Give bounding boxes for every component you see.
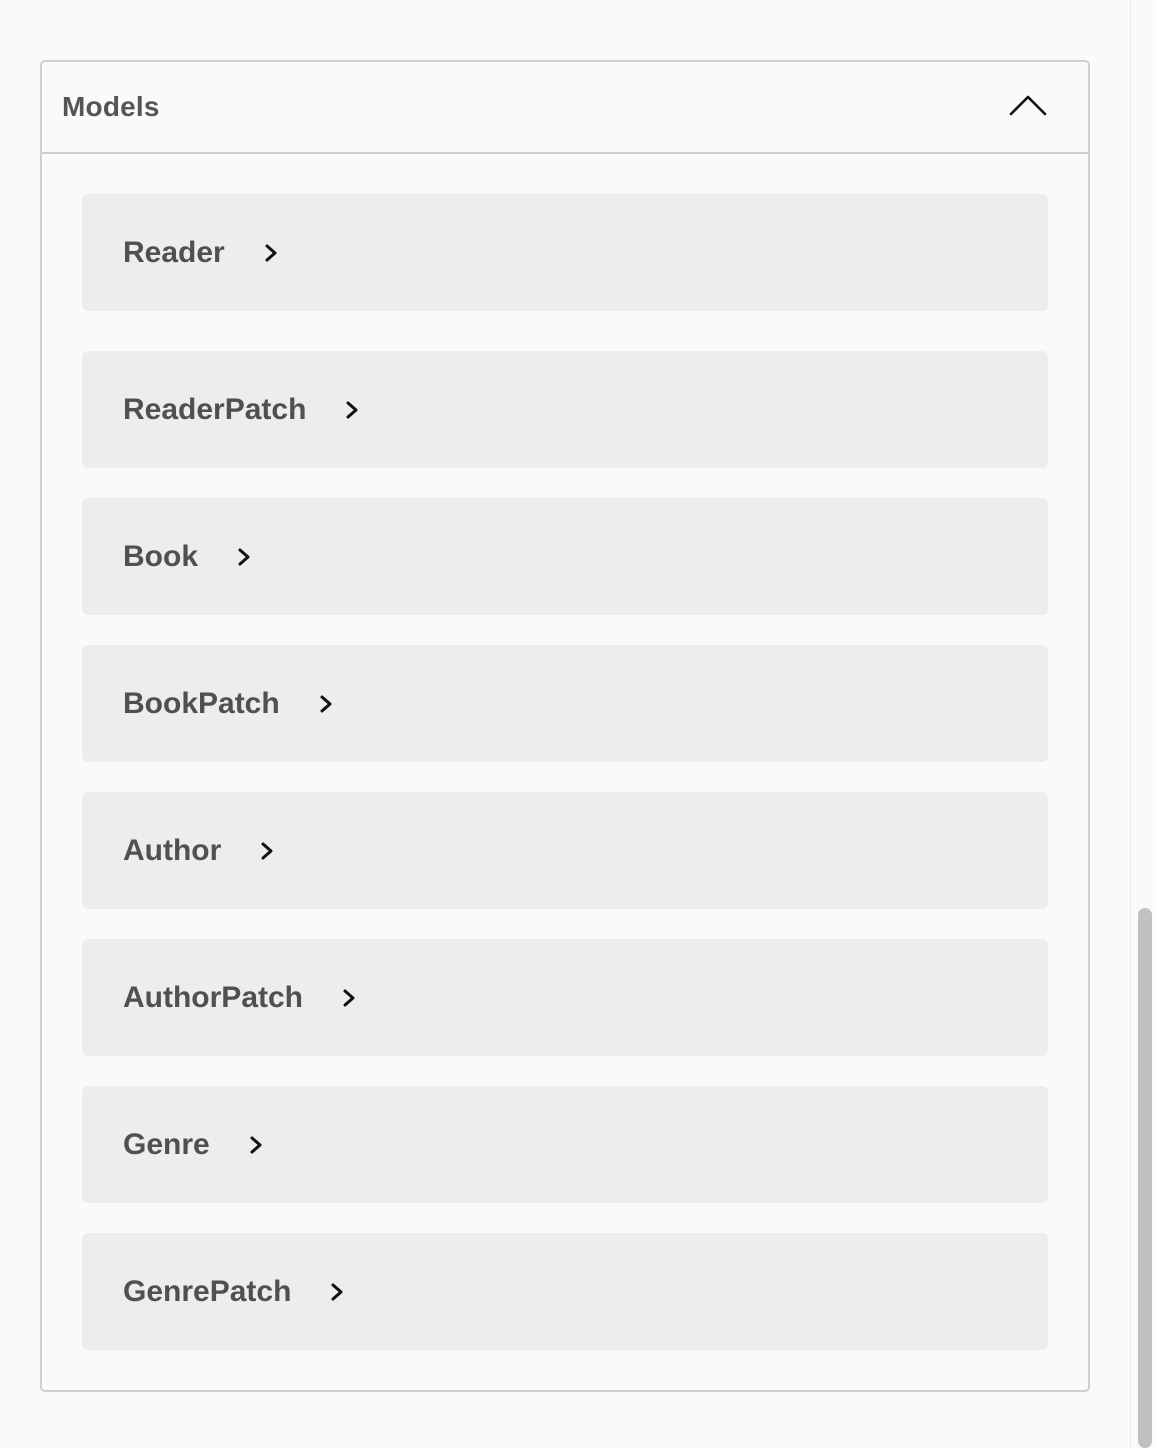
models-header[interactable]: Models bbox=[42, 62, 1088, 154]
model-item-genre[interactable]: Genre bbox=[82, 1086, 1048, 1203]
models-section: Models Reader ReaderPatch Book BookPatch… bbox=[40, 60, 1090, 1392]
model-item-author[interactable]: Author bbox=[82, 792, 1048, 909]
models-list: Reader ReaderPatch Book BookPatch Author… bbox=[42, 154, 1088, 1350]
chevron-right-icon bbox=[248, 1134, 264, 1156]
models-title: Models bbox=[62, 91, 160, 122]
model-name: Reader bbox=[123, 235, 225, 269]
collapse-models-button[interactable] bbox=[1008, 90, 1048, 120]
model-name: Author bbox=[123, 833, 222, 867]
chevron-right-icon bbox=[341, 987, 357, 1009]
chevron-right-icon bbox=[259, 840, 275, 862]
model-name: BookPatch bbox=[123, 686, 280, 720]
model-item-bookpatch[interactable]: BookPatch bbox=[82, 645, 1048, 762]
model-name: Book bbox=[123, 539, 198, 573]
model-name: Genre bbox=[123, 1127, 210, 1161]
model-item-book[interactable]: Book bbox=[82, 498, 1048, 615]
chevron-right-icon bbox=[344, 399, 360, 421]
chevron-right-icon bbox=[263, 242, 279, 264]
model-item-genrepatch[interactable]: GenrePatch bbox=[82, 1233, 1048, 1350]
model-name: GenrePatch bbox=[123, 1274, 292, 1308]
chevron-right-icon bbox=[236, 546, 252, 568]
scrollbar-thumb[interactable] bbox=[1138, 908, 1152, 1448]
model-item-readerpatch[interactable]: ReaderPatch bbox=[82, 351, 1048, 468]
model-name: AuthorPatch bbox=[123, 980, 303, 1014]
page: Models Reader ReaderPatch Book BookPatch… bbox=[0, 0, 1156, 1448]
chevron-right-icon bbox=[329, 1281, 345, 1303]
chevron-up-icon bbox=[1009, 95, 1047, 116]
model-name: ReaderPatch bbox=[123, 392, 307, 426]
model-item-reader[interactable]: Reader bbox=[82, 194, 1048, 311]
chevron-right-icon bbox=[318, 693, 334, 715]
model-item-authorpatch[interactable]: AuthorPatch bbox=[82, 939, 1048, 1056]
